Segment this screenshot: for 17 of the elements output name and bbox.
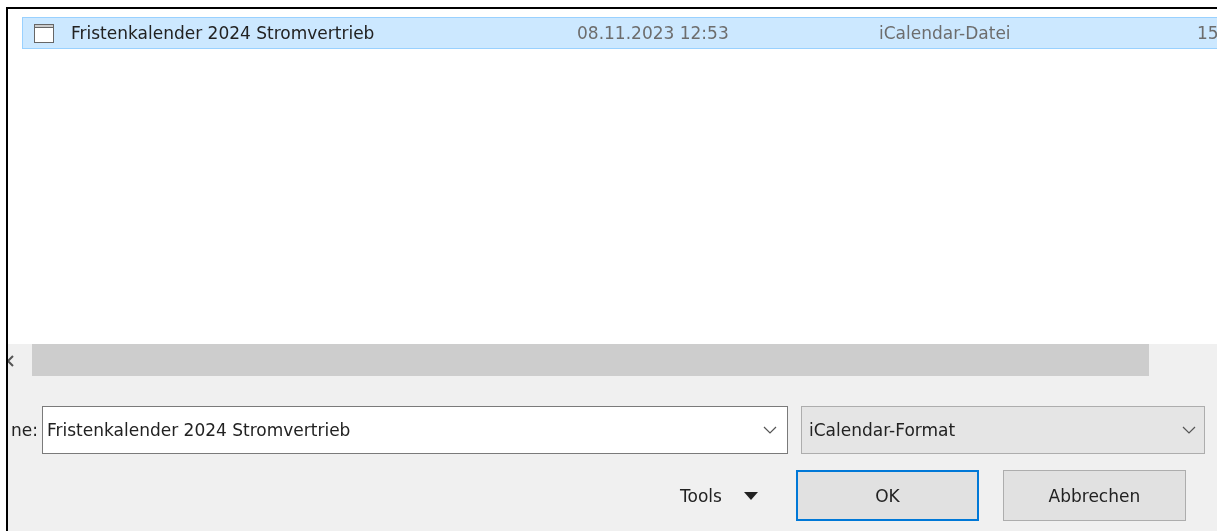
chevron-down-icon	[763, 426, 777, 434]
table-cell: 15	[1197, 23, 1217, 43]
file-name: Fristenkalender 2024 Stromvertrieb	[71, 23, 376, 43]
cancel-button[interactable]: Abbrechen	[1002, 470, 1186, 521]
scroll-left-icon[interactable]	[8, 355, 14, 367]
ok-button[interactable]: OK	[795, 470, 979, 521]
tools-button[interactable]: Tools	[676, 475, 762, 516]
filename-field[interactable]: Fristenkalender 2024 Stromvertrieb	[42, 406, 788, 454]
file-type-dropdown[interactable]: iCalendar-Format	[801, 406, 1205, 454]
filename-label: ne:	[10, 420, 39, 440]
calendar-file-icon	[33, 22, 55, 44]
chevron-down-icon	[1182, 426, 1196, 434]
file-modified-date: 08.11.2023 12:53	[577, 23, 730, 43]
file-row[interactable]: Fristenkalender 2024 Stromvertrieb 08.11.2023 12:53 iCalendar-Datei 15	[22, 17, 1217, 49]
horizontal-scrollbar[interactable]	[32, 344, 1149, 376]
file-type: iCalendar-Datei	[879, 23, 1012, 43]
caret-icon	[743, 491, 758, 500]
